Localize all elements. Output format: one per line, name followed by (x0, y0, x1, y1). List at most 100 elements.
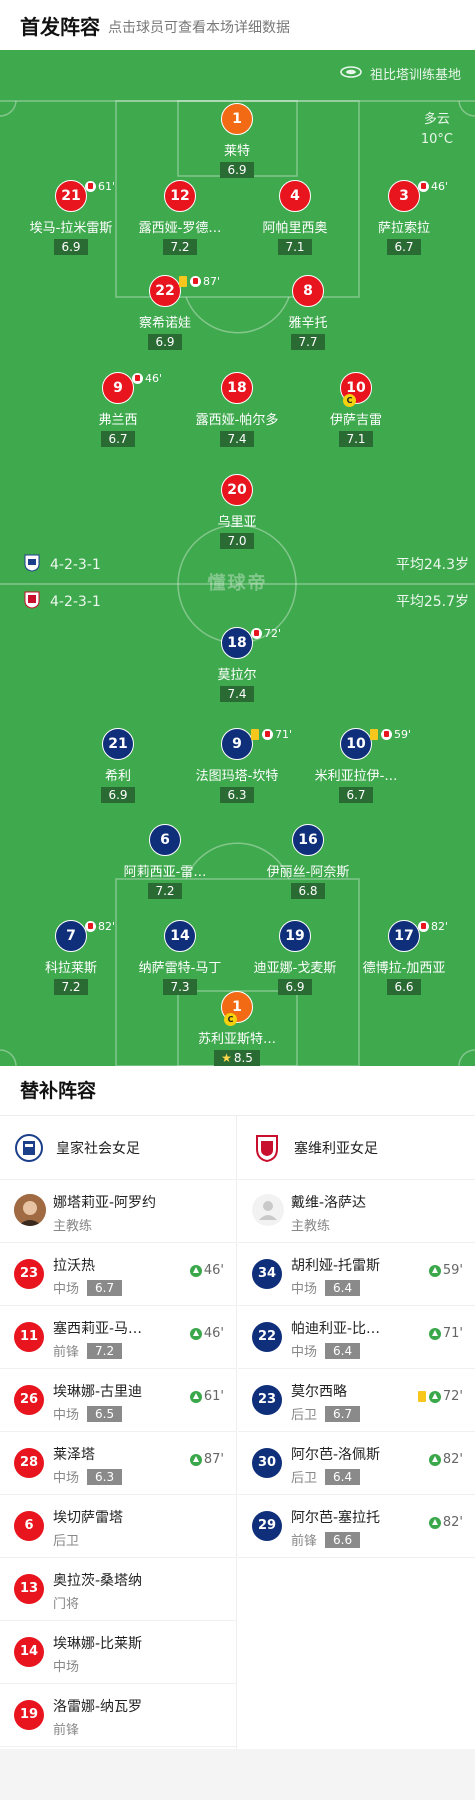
player-name: 弗兰西 (98, 413, 138, 428)
sub-player[interactable]: 34 胡利娅-托雷斯 中场 6.4 59' (238, 1243, 475, 1306)
player-name: 伊丽丝-阿奈斯 (266, 865, 350, 880)
real-sociedad-crest-icon (24, 554, 40, 576)
home-team-header[interactable]: 皇家社会女足 (0, 1116, 236, 1180)
home-player[interactable]: 1 莱特 6.9 (177, 103, 297, 178)
sub-player[interactable]: 19 洛雷娜-纳瓦罗 前锋 (0, 1684, 236, 1747)
sub-in-event: 82' (428, 1452, 463, 1467)
sub-player[interactable]: 29 阿尔芭-塞拉托 前锋 6.6 82' (238, 1495, 475, 1558)
player-name: 洛雷娜-纳瓦罗 (53, 1699, 143, 1715)
home-player[interactable]: 20 乌里亚 7.0 (177, 474, 297, 549)
away-player[interactable]: 10 59' 米利亚拉伊-… 6.7 (296, 728, 416, 803)
player-position: 中场 (53, 1408, 80, 1423)
sub-in-icon (189, 1327, 202, 1340)
home-player[interactable]: 8 雅辛托 7.7 (248, 275, 368, 350)
player-position: 中场 (291, 1345, 318, 1360)
away-player[interactable]: 18 72' 莫拉尔 7.4 (177, 627, 297, 702)
pitch: 祖比塔训练基地 多云 10°C 懂球帝 4-2-3-1 平均24.3岁 4-2-… (0, 50, 475, 1066)
sub-out-event: 82' (85, 920, 115, 933)
away-team-header[interactable]: 塞维利亚女足 (238, 1116, 475, 1180)
away-formation: 4-2-3-1 (24, 591, 101, 613)
sub-in-icon (428, 1516, 441, 1529)
player-rating: 7.2 (148, 883, 182, 899)
jersey-number: 11 (14, 1322, 44, 1352)
jersey-number: 17 (388, 920, 420, 952)
home-coach[interactable]: 娜塔莉亚-阿罗约 主教练 (0, 1180, 236, 1243)
away-player[interactable]: 17 82' 德博拉-加西亚 6.6 (344, 920, 464, 995)
player-rating: 6.6 (325, 1531, 361, 1548)
coach-name: 娜塔莉亚-阿罗约 (53, 1195, 157, 1211)
sub-in-icon (189, 1390, 202, 1403)
player-rating: 6.7 (87, 1279, 123, 1296)
player-name: 纳萨雷特-马丁 (138, 961, 222, 976)
jersey-number: 13 (14, 1574, 44, 1604)
coach-role: 主教练 (53, 1219, 93, 1234)
jersey-number: 8 (292, 275, 324, 307)
lineup-header: 首发阵容 点击球员可查看本场详细数据 (0, 0, 475, 50)
sub-player[interactable]: 26 埃琳娜-古里迪 中场 6.5 61' (0, 1369, 236, 1432)
sub-out-event: 87' (179, 275, 220, 288)
player-rating: 7.1 (339, 431, 373, 447)
away-player[interactable]: 14 纳萨雷特-马丁 7.3 (120, 920, 240, 995)
player-name: 莱泽塔 (53, 1447, 95, 1463)
home-player[interactable]: 3 46' 萨拉索拉 6.7 (344, 180, 464, 255)
sub-player[interactable]: 13 奥拉茨-桑塔纳 门将 (0, 1558, 236, 1621)
home-player[interactable]: 21 61' 埃马-拉米雷斯 6.9 (11, 180, 131, 255)
player-rating: 7.2 (54, 979, 88, 995)
sub-player[interactable]: 23 拉沃热 中场 6.7 46' (0, 1243, 236, 1306)
player-rating: 6.9 (220, 162, 254, 178)
player-name: 科拉莱斯 (44, 961, 97, 976)
sub-player[interactable]: 11 塞西莉亚-马… 前锋 7.2 46' (0, 1306, 236, 1369)
away-player[interactable]: 21 希利 6.9 (58, 728, 178, 803)
sub-in-icon (428, 1390, 441, 1403)
home-player[interactable]: 10 C 伊萨吉雷 7.1 (296, 372, 416, 447)
away-coach[interactable]: 戴维-洛萨达 主教练 (238, 1180, 475, 1243)
sub-out-event: 46' (132, 372, 162, 385)
sub-player[interactable]: 6 埃切萨雷塔 后卫 (0, 1495, 236, 1558)
sub-in-event: 71' (428, 1326, 463, 1341)
sub-out-event: 82' (418, 920, 448, 933)
venue-name: 祖比塔训练基地 (369, 68, 461, 83)
jersey-number: 20 (221, 474, 253, 506)
player-rating: 6.7 (339, 787, 373, 803)
player-name: 莱特 (223, 144, 250, 159)
player-rating: 7.2 (87, 1342, 123, 1359)
home-player[interactable]: 18 露西娅-帕尔多 7.4 (177, 372, 297, 447)
sub-player[interactable]: 30 阿尔芭-洛佩斯 后卫 6.4 82' (238, 1432, 475, 1495)
away-player[interactable]: 19 迪亚娜-戈麦斯 6.9 (235, 920, 355, 995)
player-rating: 6.5 (87, 1405, 123, 1422)
player-rating: 6.4 (325, 1279, 361, 1296)
substitution-icon (381, 729, 392, 740)
player-rating: 6.3 (220, 787, 254, 803)
away-player[interactable]: 6 阿莉西亚-雷… 7.2 (105, 824, 225, 899)
away-player[interactable]: 9 71' 法图玛塔-坎特 6.3 (177, 728, 297, 803)
player-position: 中场 (53, 1660, 80, 1675)
player-name: 阿尔芭-洛佩斯 (291, 1447, 381, 1463)
sub-player[interactable]: 28 莱泽塔 中场 6.3 87' (0, 1432, 236, 1495)
player-name: 萨拉索拉 (377, 221, 430, 236)
player-position: 前锋 (291, 1534, 318, 1549)
substitutes-section: 皇家社会女足 娜塔莉亚-阿罗约 主教练 23 拉沃热 中场 6.7 46' 11 … (0, 1115, 475, 1750)
coach-avatar (14, 1194, 46, 1226)
home-player[interactable]: 12 露西娅-罗德… 7.2 (120, 180, 240, 255)
away-player[interactable]: 1C 苏利亚斯特… ★ 8.5 (177, 991, 297, 1066)
sub-player[interactable]: 14 埃琳娜-比莱斯 中场 (0, 1621, 236, 1684)
jersey-number: 34 (252, 1259, 282, 1289)
away-player[interactable]: 16 伊丽丝-阿奈斯 6.8 (248, 824, 368, 899)
home-player[interactable]: 4 阿帕里西奥 7.1 (235, 180, 355, 255)
player-rating: 6.9 (148, 334, 182, 350)
jersey-number: 1 (221, 103, 253, 135)
sub-player[interactable]: 22 帕迪利亚-比… 中场 6.4 71' (238, 1306, 475, 1369)
jersey-number: 21 (55, 180, 87, 212)
home-player[interactable]: 22 87' 察希诺娃 6.9 (105, 275, 225, 350)
home-player[interactable]: 9 46' 弗兰西 6.7 (58, 372, 178, 447)
sub-player[interactable]: 23 莫尔西略 后卫 6.7 72' (238, 1369, 475, 1432)
away-player[interactable]: 7 82' 科拉莱斯 7.2 (11, 920, 131, 995)
sub-out-event: 71' (251, 728, 292, 741)
sub-in-icon (428, 1264, 441, 1277)
coach-role: 主教练 (291, 1219, 331, 1234)
player-rating: 6.7 (387, 239, 421, 255)
player-name: 德博拉-加西亚 (362, 961, 446, 976)
jersey-number: 29 (252, 1511, 282, 1541)
player-position: 后卫 (53, 1534, 80, 1549)
sub-in-event: 46' (189, 1326, 224, 1341)
